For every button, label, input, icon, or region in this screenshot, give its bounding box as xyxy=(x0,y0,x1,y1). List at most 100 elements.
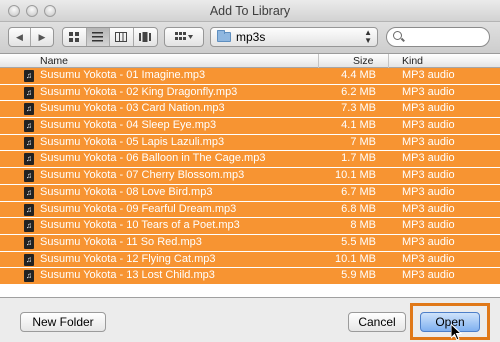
file-size: 6.8 MB xyxy=(341,202,376,215)
list-view-button[interactable] xyxy=(86,28,110,46)
file-kind: MP3 audio xyxy=(402,202,455,215)
file-row[interactable]: ♫ Susumu Yokota - 02 King Dragonfly.mp3 6.… xyxy=(0,84,500,102)
button-bar: New Folder Cancel Open xyxy=(0,298,500,342)
file-name: Susumu Yokota - 09 Fearful Dream.mp3 xyxy=(40,202,237,215)
column-header: Name Size Kind xyxy=(0,54,500,68)
file-kind: MP3 audio xyxy=(402,135,455,148)
coverflow-view-button[interactable] xyxy=(134,28,157,46)
file-name: Susumu Yokota - 01 Imagine.mp3 xyxy=(40,69,206,81)
music-file-icon: ♫ xyxy=(24,86,34,99)
add-to-library-dialog: Add To Library ◀ ▶ mp3s ▲ ▼ Name Size Ki… xyxy=(0,0,500,342)
chevron-right-icon: ▶ xyxy=(38,31,46,42)
chevron-left-icon: ◀ xyxy=(16,31,23,42)
icon-view-button[interactable] xyxy=(63,28,87,46)
file-row[interactable]: ♫ Susumu Yokota - 01 Imagine.mp3 4.4 MB MP3… xyxy=(0,68,500,85)
file-size: 10.1 MB xyxy=(335,169,376,182)
file-size: 10.1 MB xyxy=(335,252,376,265)
file-name: Susumu Yokota - 07 Cherry Blossom.mp3 xyxy=(40,169,245,182)
file-row[interactable]: ♫ Susumu Yokota - 05 Lapis Lazuli.mp3 7 MB… xyxy=(0,134,500,152)
file-row[interactable]: ♫ Susumu Yokota - 03 Card Nation.mp3 7.3 M… xyxy=(0,101,500,119)
music-file-icon: ♫ xyxy=(24,136,34,149)
file-name: Susumu Yokota - 11 So Red.mp3 xyxy=(40,235,202,248)
column-kind-header[interactable]: Kind xyxy=(402,55,423,67)
file-name: Susumu Yokota - 10 Tears of a Poet.mp3 xyxy=(40,219,240,232)
column-name-header[interactable]: Name xyxy=(40,55,68,67)
file-kind: MP3 audio xyxy=(402,69,455,81)
file-size: 6.7 MB xyxy=(341,185,376,198)
file-list[interactable]: Name Size Kind ♫ Susumu Yokota - 01 Imagi… xyxy=(0,54,500,298)
chevron-updown-icon: ▲ ▼ xyxy=(364,28,372,45)
file-row[interactable]: ♫ Susumu Yokota - 12 Flying Cat.mp3 10.1 M… xyxy=(0,251,500,269)
search-field[interactable] xyxy=(386,27,490,47)
file-name: Susumu Yokota - 04 Sleep Eye.mp3 xyxy=(40,119,217,132)
file-row[interactable]: ♫ Susumu Yokota - 07 Cherry Blossom.mp3 10… xyxy=(0,168,500,185)
file-row[interactable]: ♫ Susumu Yokota - 11 So Red.mp3 5.5 MB MP3 … xyxy=(0,234,500,252)
column-view-icon xyxy=(115,32,128,42)
file-size: 7.3 MB xyxy=(341,102,376,115)
file-kind: MP3 audio xyxy=(402,169,455,182)
location-label: mp3s xyxy=(236,30,266,44)
file-row[interactable]: ♫ Susumu Yokota - 10 Tears of a Poet.mp3 8… xyxy=(0,218,500,235)
file-name: Susumu Yokota - 12 Flying Cat.mp3 xyxy=(40,252,216,265)
file-kind: MP3 audio xyxy=(402,119,455,132)
folder-icon xyxy=(217,30,231,42)
column-divider[interactable] xyxy=(388,54,389,68)
file-kind: MP3 audio xyxy=(402,185,455,198)
file-name: Susumu Yokota - 03 Card Nation.mp3 xyxy=(40,102,225,115)
file-size: 4.4 MB xyxy=(341,69,376,81)
column-view-button[interactable] xyxy=(110,28,134,46)
file-kind: MP3 audio xyxy=(402,252,455,265)
arrange-control[interactable] xyxy=(165,28,203,46)
forward-button[interactable]: ▶ xyxy=(31,28,53,46)
file-row[interactable]: ♫ Susumu Yokota - 08 Love Bird.mp3 6.7 MB M… xyxy=(0,184,500,202)
file-name: Susumu Yokota - 08 Love Bird.mp3 xyxy=(40,185,213,198)
toolbar: ◀ ▶ mp3s ▲ ▼ xyxy=(0,22,500,54)
file-size: 5.9 MB xyxy=(341,269,376,282)
list-view-icon xyxy=(92,32,104,42)
arrange-icon xyxy=(175,32,193,40)
coverflow-view-icon xyxy=(139,32,152,42)
location-popup[interactable]: mp3s ▲ ▼ xyxy=(210,27,378,47)
file-row[interactable]: ♫ Susumu Yokota - 04 Sleep Eye.mp3 4.1 MB M… xyxy=(0,118,500,135)
arrange-button[interactable] xyxy=(164,27,204,47)
back-button[interactable]: ◀ xyxy=(9,28,31,46)
file-kind: MP3 audio xyxy=(402,102,455,115)
file-kind: MP3 audio xyxy=(402,152,455,165)
music-file-icon: ♫ xyxy=(24,186,34,199)
file-kind: MP3 audio xyxy=(402,235,455,248)
music-file-icon: ♫ xyxy=(24,203,34,216)
music-file-icon: ♫ xyxy=(24,103,34,116)
file-row[interactable]: ♫ Susumu Yokota - 09 Fearful Dream.mp3 6.8… xyxy=(0,201,500,219)
file-row[interactable]: ♫ Susumu Yokota - 13 Lost Child.mp3 5.9 MB… xyxy=(0,268,500,285)
file-name: Susumu Yokota - 02 King Dragonfly.mp3 xyxy=(40,85,238,98)
open-button[interactable]: Open xyxy=(420,312,480,332)
music-file-icon: ♫ xyxy=(24,120,34,133)
music-file-icon: ♫ xyxy=(24,70,34,82)
view-mode-control xyxy=(62,27,158,47)
file-name: Susumu Yokota - 13 Lost Child.mp3 xyxy=(40,269,215,282)
window-title: Add To Library xyxy=(209,4,291,18)
music-file-icon: ♫ xyxy=(24,220,34,233)
file-name: Susumu Yokota - 06 Balloon in The Cage.m… xyxy=(40,152,266,165)
search-icon xyxy=(393,31,402,40)
file-kind: MP3 audio xyxy=(402,85,455,98)
file-row[interactable]: ♫ Susumu Yokota - 06 Balloon in The Cage.… xyxy=(0,151,500,169)
title-bar: Add To Library xyxy=(0,0,500,22)
music-file-icon: ♫ xyxy=(24,153,34,166)
file-size: 8 MB xyxy=(350,219,376,232)
music-file-icon: ♫ xyxy=(24,170,34,183)
column-size-header[interactable]: Size xyxy=(353,55,373,67)
file-size: 1.7 MB xyxy=(341,152,376,165)
file-kind: MP3 audio xyxy=(402,269,455,282)
music-file-icon: ♫ xyxy=(24,236,34,249)
icon-view-icon xyxy=(68,31,79,42)
music-file-icon: ♫ xyxy=(24,270,34,283)
file-size: 5.5 MB xyxy=(341,235,376,248)
new-folder-button[interactable]: New Folder xyxy=(20,312,106,332)
column-divider[interactable] xyxy=(318,54,319,68)
back-forward-control: ◀ ▶ xyxy=(8,27,54,47)
music-file-icon: ♫ xyxy=(24,253,34,266)
cancel-button[interactable]: Cancel xyxy=(348,312,406,332)
file-kind: MP3 audio xyxy=(402,219,455,232)
file-size: 4.1 MB xyxy=(341,119,376,132)
